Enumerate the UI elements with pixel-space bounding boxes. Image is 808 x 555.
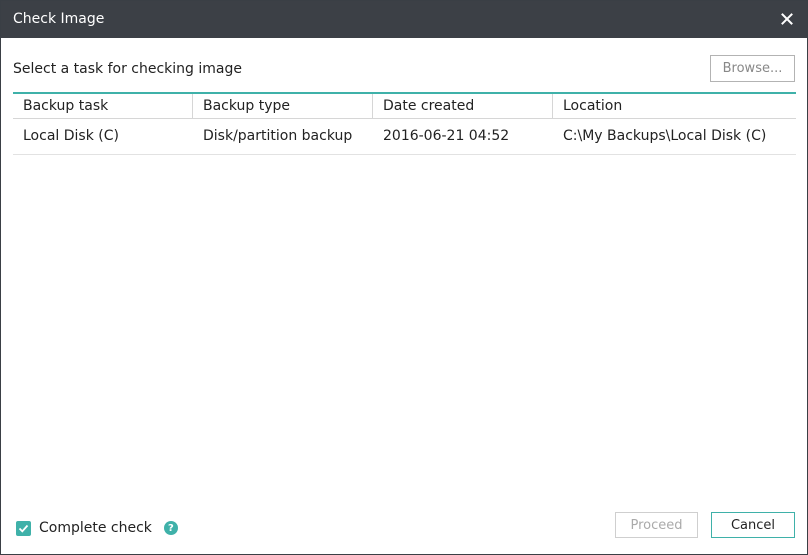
header-backup-type[interactable]: Backup type <box>193 94 373 118</box>
cancel-button[interactable]: Cancel <box>711 512 795 538</box>
table-row[interactable]: Local Disk (C) Disk/partition backup 201… <box>13 119 796 155</box>
header-location[interactable]: Location <box>553 94 796 118</box>
check-image-dialog: Check Image Select a task for checking i… <box>0 0 808 555</box>
header-backup-task[interactable]: Backup task <box>13 94 193 118</box>
title-bar: Check Image <box>1 1 807 38</box>
checkmark-icon <box>18 524 29 533</box>
complete-check-checkbox[interactable] <box>16 520 31 536</box>
cell-date-created: 2016-06-21 04:52 <box>383 128 510 144</box>
header-date-created[interactable]: Date created <box>373 94 553 118</box>
complete-check-label[interactable]: Complete check <box>39 520 152 536</box>
close-button[interactable] <box>777 9 797 29</box>
table-header: Backup task Backup type Date created Loc… <box>13 94 796 119</box>
cell-location: C:\My Backups\Local Disk (C) <box>563 128 767 144</box>
window-title: Check Image <box>13 11 105 27</box>
help-icon[interactable]: ? <box>163 521 178 535</box>
proceed-button[interactable]: Proceed <box>615 512 698 538</box>
close-icon <box>781 13 793 25</box>
task-prompt: Select a task for checking image <box>13 61 242 77</box>
cell-backup-task: Local Disk (C) <box>23 128 119 144</box>
cell-backup-type: Disk/partition backup <box>203 128 353 144</box>
complete-check-option: Complete check ? <box>16 520 178 536</box>
backup-task-table: Backup task Backup type Date created Loc… <box>13 92 796 155</box>
browse-button[interactable]: Browse... <box>710 55 795 82</box>
